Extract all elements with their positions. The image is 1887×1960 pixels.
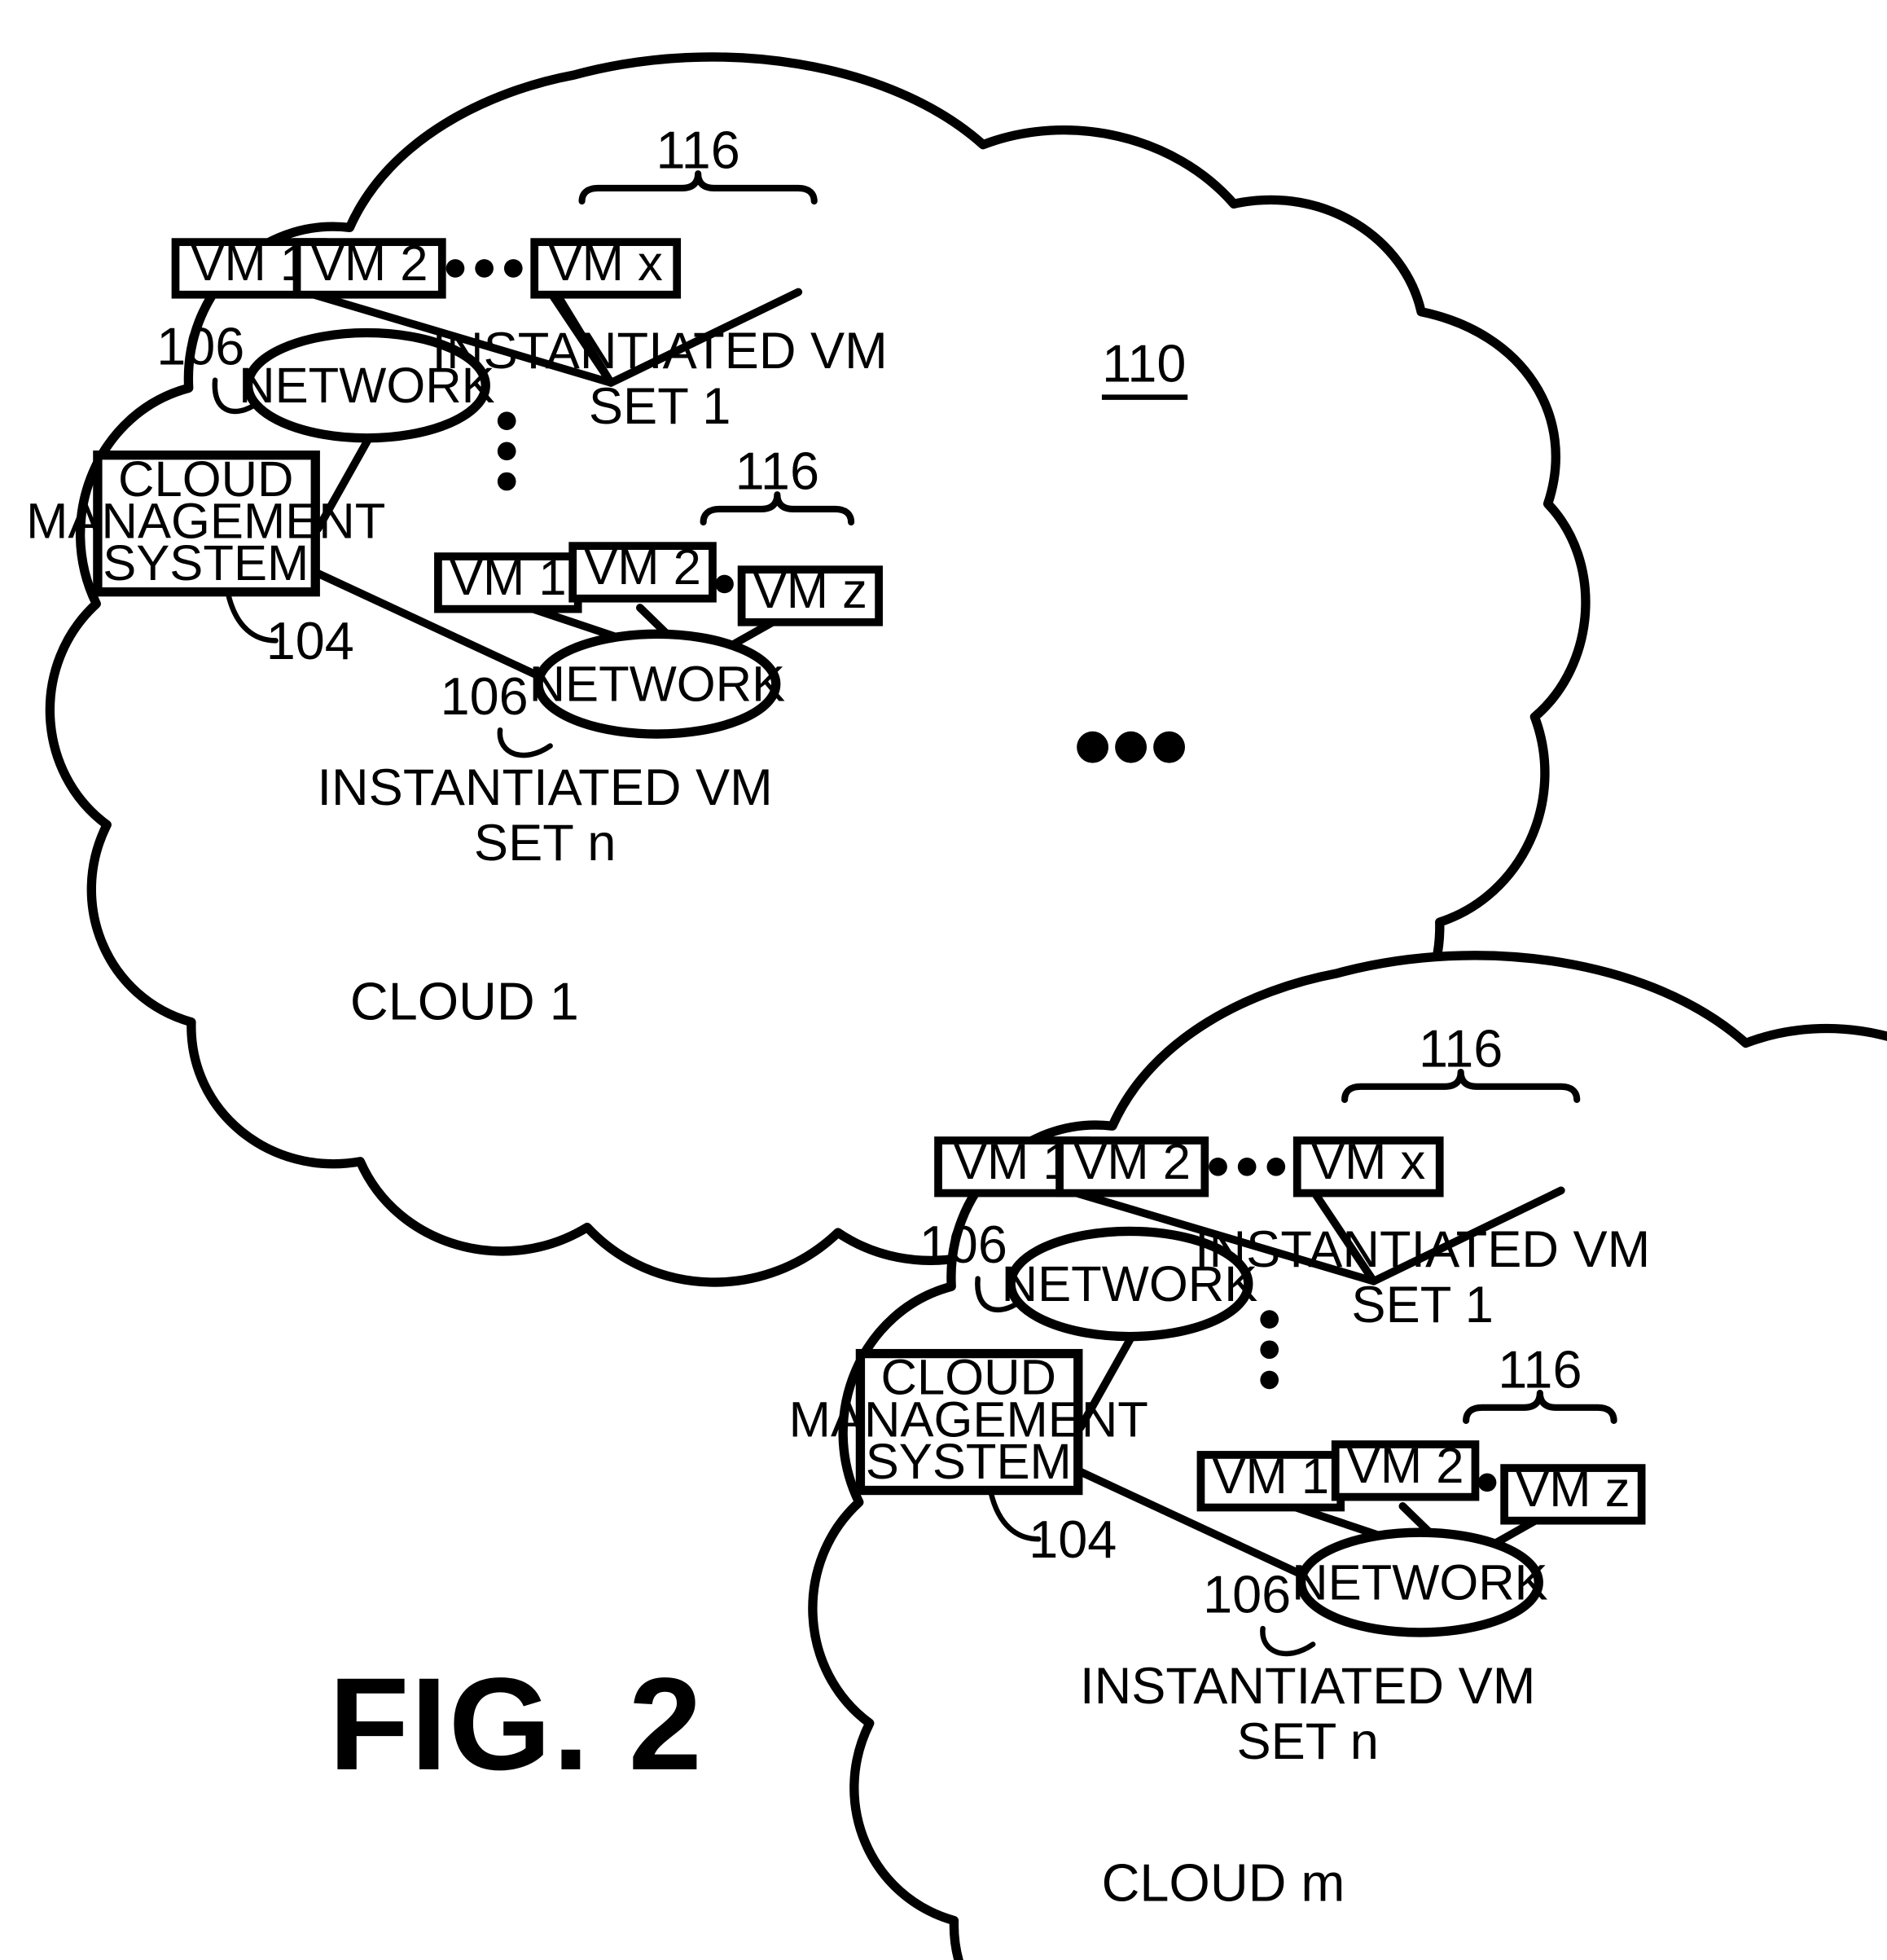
vertical-ellipsis-dot-cm-b — [1260, 1340, 1279, 1360]
ellipsis-dot-cms1-a — [1209, 1157, 1227, 1176]
set-label-cmsn-line2: SET n — [1236, 1713, 1378, 1770]
ref-106-c1s1: 106 — [156, 316, 244, 376]
ellipsis-dot-cms1-b — [1237, 1157, 1257, 1176]
ref-106-c1s2: 106 — [441, 666, 529, 726]
system-ref-110: 110 — [1102, 333, 1186, 393]
figure-caption: FIG. 2 — [329, 1651, 704, 1798]
vm-label-cmsn-1: VM 2 — [1347, 1438, 1464, 1494]
vm-label-c1s1-1: VM 2 — [311, 235, 428, 292]
figure-canvas: 116 NETWORK 106 VM 1 VM 2 VM x INSTANTIA… — [26, 52, 1887, 1960]
ref-116-cloudm-set1: 116 — [1419, 1019, 1503, 1079]
vertical-ellipsis-dot-c1-c — [497, 472, 516, 491]
vertical-ellipsis-dot-cm-a — [1260, 1310, 1279, 1329]
vm-label-cms1-1: VM 2 — [1073, 1134, 1191, 1190]
cloud-m-label: CLOUD m — [1102, 1852, 1345, 1912]
ref-116-cloud1-setn: 116 — [735, 442, 819, 501]
between-clouds-ellipsis-dot-c — [1153, 731, 1186, 763]
between-clouds-ellipsis-dot-b — [1115, 731, 1148, 763]
ref-104-cloudm: 104 — [1029, 1510, 1117, 1569]
set-label-cms1-line1: INSTANTIATED VM — [1195, 1221, 1650, 1278]
figure-page: 116 NETWORK 106 VM 1 VM 2 VM x INSTANTIA… — [0, 0, 1887, 1960]
ellipsis-dot-cms1-c — [1266, 1157, 1286, 1176]
ellipsis-dot-c1s1-a — [445, 259, 465, 278]
vm-label-c1s2-2: VM z — [753, 563, 867, 619]
vm-label-c1s1-0: VM 1 — [191, 235, 308, 292]
set-label-cmsn-line1: INSTANTIATED VM — [1080, 1658, 1535, 1715]
ref-116-cloud1-set1: 116 — [656, 121, 739, 180]
vm-label-c1s2-1: VM 2 — [584, 539, 701, 595]
set-label-c1s1-line2: SET 1 — [589, 378, 731, 435]
ref-104-cloud1: 104 — [266, 611, 354, 670]
ellipsis-dot-c1s1-b — [475, 259, 494, 278]
ellipsis-dot-cmsn-a — [1477, 1473, 1497, 1492]
vertical-ellipsis-dot-c1-a — [497, 411, 516, 431]
set-label-c1s1-line1: INSTANTIATED VM — [432, 323, 887, 380]
network-label-cmsn: NETWORK — [1292, 1555, 1548, 1611]
set-label-c1s2-line2: SET n — [474, 815, 616, 872]
cloud-1-label: CLOUD 1 — [350, 972, 579, 1031]
vm-label-c1s2-0: VM 1 — [450, 550, 567, 606]
vertical-ellipsis-dot-c1-b — [497, 442, 516, 461]
set-label-c1s2-line1: INSTANTIATED VM — [318, 759, 773, 816]
ref-116-cloudm-setn: 116 — [1498, 1340, 1582, 1400]
vertical-ellipsis-dot-cm-c — [1260, 1370, 1279, 1390]
set-label-cms1-line2: SET 1 — [1351, 1277, 1493, 1334]
ref-106-cms1: 106 — [919, 1215, 1007, 1274]
ellipsis-dot-c1s1-c — [503, 259, 523, 278]
vm-label-cms1-2: VM x — [1311, 1134, 1425, 1190]
vm-label-cmsn-0: VM 1 — [1212, 1448, 1329, 1505]
vm-label-cmsn-2: VM z — [1516, 1461, 1630, 1518]
vm-label-c1s1-2: VM x — [549, 235, 663, 292]
vm-label-cms1-0: VM 1 — [954, 1134, 1071, 1190]
network-label-c1s2: NETWORK — [529, 657, 786, 713]
cms-line3-cloud1: SYSTEM — [103, 535, 309, 591]
ellipsis-dot-c1s2-a — [715, 574, 734, 594]
ref-106-cmsn: 106 — [1203, 1565, 1291, 1624]
between-clouds-ellipsis-dot-a — [1077, 731, 1109, 763]
cms-line3-cloudm: SYSTEM — [866, 1434, 1072, 1490]
